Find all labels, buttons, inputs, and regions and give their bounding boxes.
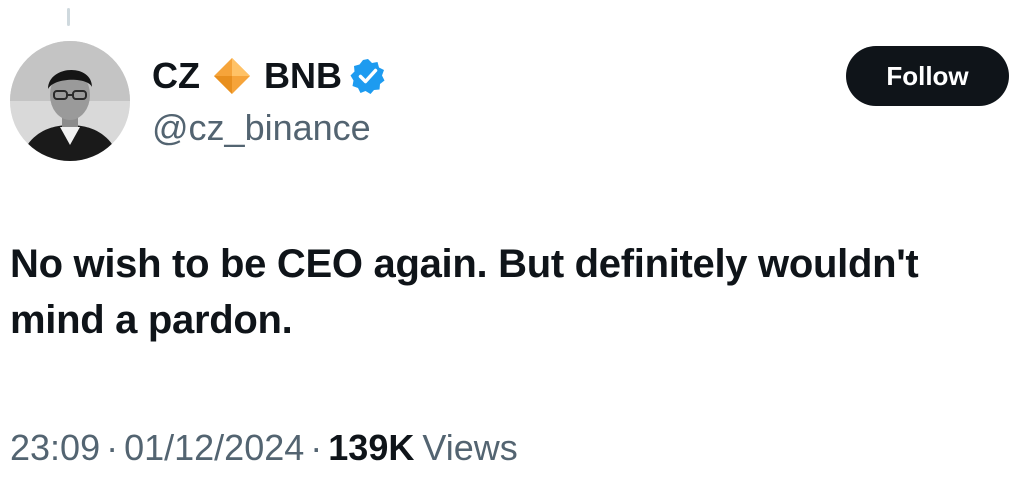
tweet-meta: 23:09 · 01/12/2024 · 139K Views (10, 424, 518, 472)
meta-separator: · (106, 427, 119, 468)
tweet-date[interactable]: 01/12/2024 (124, 427, 304, 468)
views-label: Views (422, 427, 518, 468)
tweet-text: No wish to be CEO again. But definitely … (10, 242, 919, 342)
follow-button[interactable]: Follow (846, 46, 1009, 106)
verified-badge-icon[interactable] (350, 58, 386, 94)
avatar[interactable] (10, 41, 130, 161)
author-handle[interactable]: @cz_binance (152, 105, 371, 151)
meta-separator: · (310, 427, 323, 468)
avatar-photo (10, 41, 130, 161)
author-display-name[interactable]: CZ (152, 52, 200, 100)
orange-diamond-icon (212, 56, 252, 96)
views-count[interactable]: 139K (328, 427, 414, 468)
thread-connector-line (67, 8, 70, 26)
author-name-row[interactable]: CZ BNB (152, 52, 386, 100)
tweet-time[interactable]: 23:09 (10, 427, 100, 468)
author-name-suffix[interactable]: BNB (264, 52, 342, 100)
